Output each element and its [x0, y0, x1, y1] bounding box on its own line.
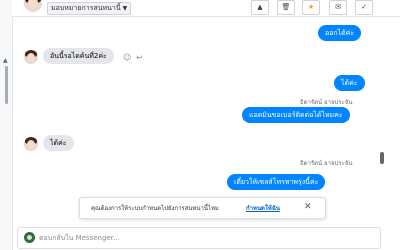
- incoming-message: ได้ค่ะ: [43, 135, 74, 151]
- chevron-down-icon: ▼: [122, 5, 128, 12]
- star-icon[interactable]: ★: [302, 0, 320, 15]
- customer-avatar-small: [24, 50, 38, 64]
- sender-name: ธิดารัตน์ อาจประจัน: [300, 99, 353, 106]
- conversation-list-edge: ▲: [0, 0, 13, 250]
- reply-composer: [17, 227, 381, 249]
- emoji-reaction-icon[interactable]: ☺: [123, 54, 131, 62]
- assign-to-me-link[interactable]: กำหนดให้ฉัน: [246, 203, 280, 213]
- scroll-up-arrow-icon[interactable]: ▲: [3, 58, 8, 64]
- close-icon[interactable]: ✕: [304, 201, 312, 213]
- conversation-header: มอบหมายการสนทนานี้ ▼ ▲ 🗑 ★ ✉ ✓: [12, 0, 400, 17]
- outgoing-message: แอดมินขอเบอร์ติดต่อได้ไหมคะ: [242, 107, 350, 123]
- check-icon[interactable]: ✓: [355, 0, 373, 15]
- customer-avatar[interactable]: [24, 0, 42, 12]
- page-avatar-icon: [24, 232, 35, 243]
- reply-input[interactable]: [39, 231, 369, 244]
- assign-label: มอบหมายการสนทนานี้: [51, 4, 121, 12]
- trash-icon[interactable]: 🗑: [277, 0, 295, 15]
- outgoing-message: ได้ค่ะ: [334, 75, 365, 91]
- assign-suggestion-toast: คุณต้องการให้ระบบกำหนดไปยังการสนทนานี้ไห…: [79, 197, 326, 219]
- messenger-inbox: ▲ มอบหมายการสนทนานี้ ▼ ▲ 🗑 ★ ✉ ✓ ออกได้ค่…: [0, 0, 400, 250]
- toast-message: คุณต้องการให้ระบบกำหนดไปยังการสนทนานี้ไห…: [91, 205, 219, 212]
- sender-name: ธิดารัตน์ อาจประจัน: [300, 160, 353, 167]
- warning-icon[interactable]: ▲: [251, 0, 269, 15]
- outgoing-message: ออกได้ค่ะ: [318, 25, 362, 41]
- chat-scrollbar[interactable]: [380, 152, 384, 164]
- assign-conversation-dropdown[interactable]: มอบหมายการสนทนานี้ ▼: [47, 2, 132, 15]
- incoming-message: อันนี้รอไดค้นที่2ค่ะ: [43, 48, 114, 64]
- mail-icon[interactable]: ✉: [329, 0, 347, 15]
- customer-avatar-small: [24, 137, 38, 151]
- reply-icon[interactable]: ↩: [136, 54, 143, 62]
- conversation-list-scrollbar[interactable]: [5, 66, 8, 104]
- outgoing-message: เดี๋ยวให้เซลส์โทรหาพรุ่งนี้ค่ะ: [227, 174, 326, 190]
